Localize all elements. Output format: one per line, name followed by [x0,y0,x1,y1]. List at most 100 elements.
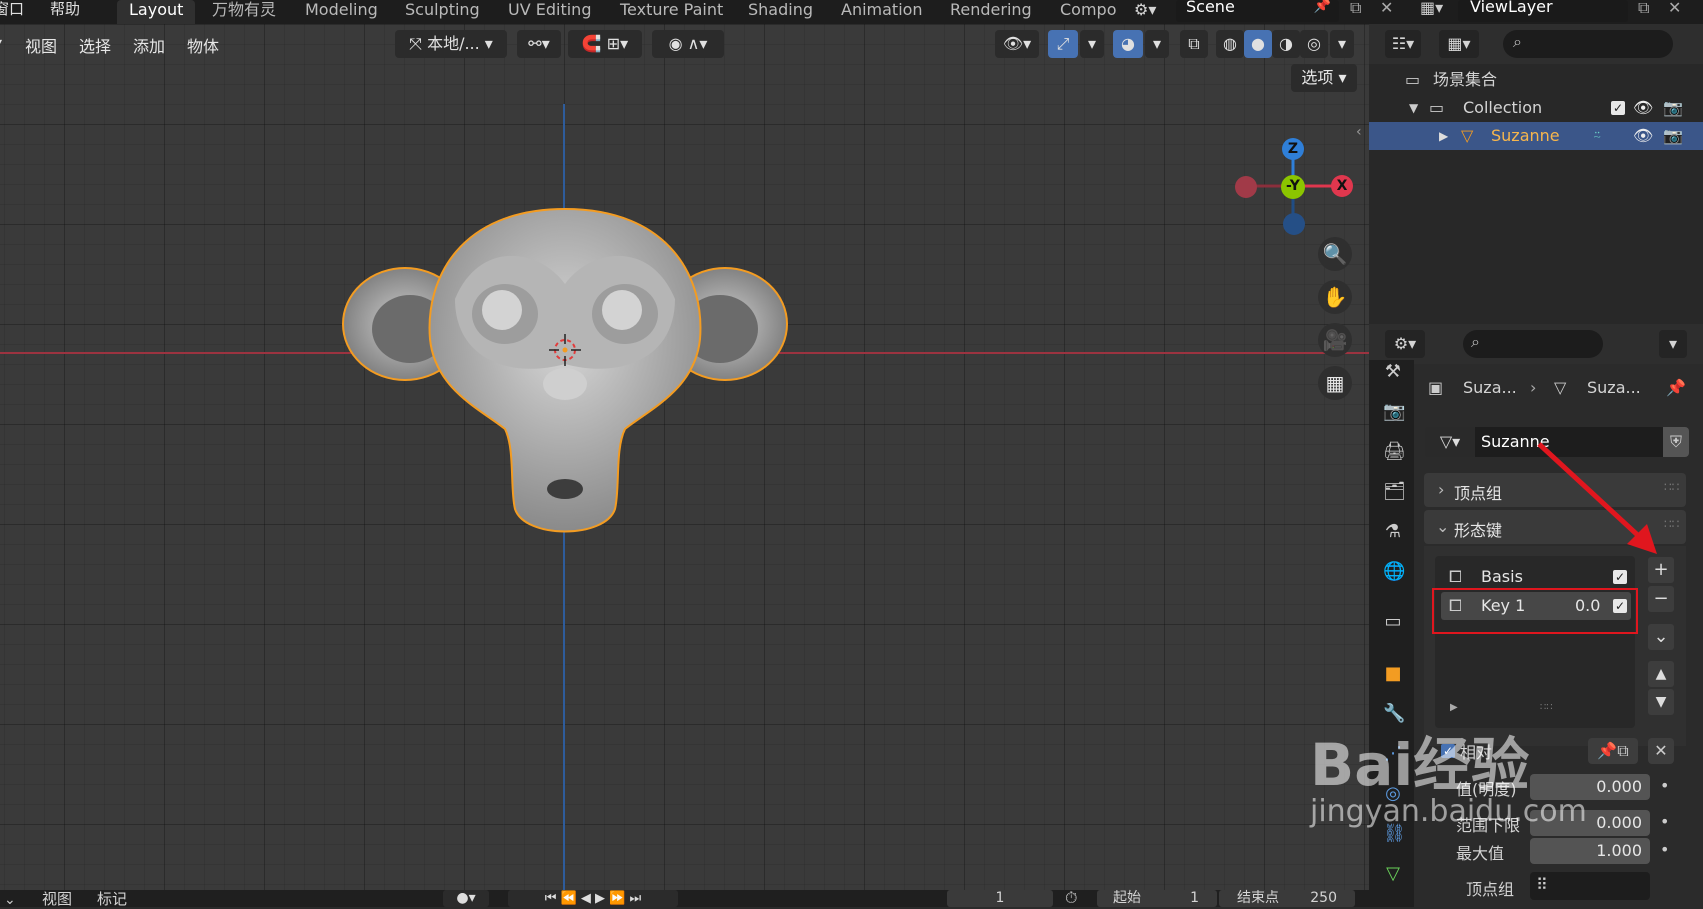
scene-icon[interactable]: ⚙▾ [1134,0,1156,19]
output-tab-icon[interactable]: 🖨 [1383,442,1406,462]
camera-view-icon[interactable]: 🎥 [1318,323,1352,357]
range-min-field[interactable]: 0.000 [1530,810,1650,836]
end-frame-field[interactable]: 结束点 250 [1219,890,1355,907]
view-layer-field[interactable]: ViewLayer [1458,0,1628,22]
solid-shading-button[interactable]: ● [1244,30,1272,58]
material-shading-button[interactable]: ◑ [1272,30,1300,58]
value-field[interactable]: 0.000 [1530,774,1650,800]
gizmo-neg-y-axis[interactable]: -Y [1281,175,1305,199]
remove-shape-key-button[interactable]: − [1648,586,1674,612]
pin-edit-mode-icon[interactable]: 📌⧉ [1588,738,1638,764]
exclude-checkbox[interactable]: ✓ [1611,101,1625,115]
particles-tab-icon[interactable]: ⋰ [1383,744,1403,764]
range-max-field[interactable]: 1.000 [1530,838,1650,864]
data-tab-icon[interactable]: ▽ [1383,864,1403,884]
proportional-editing-toggle[interactable]: ◉ ∧▾ [652,30,724,58]
world-tab-icon[interactable]: 🌐 [1383,562,1405,582]
editor-type-icon[interactable]: ⚙▾ [1385,330,1425,358]
keyframe-dot-icon[interactable]: • [1660,812,1669,831]
tab-layout[interactable]: Layout [117,0,196,24]
wireframe-shading-button[interactable]: ◍ [1216,30,1244,58]
tool-tab-icon[interactable]: ⚒ [1383,362,1403,382]
editor-type-icon[interactable]: ⌄ [4,892,16,908]
gizmo-neg-x-axis[interactable] [1235,176,1257,198]
render-tab-icon[interactable]: 📷 [1383,402,1405,422]
stopwatch-icon[interactable]: ⏱ [1065,888,1077,908]
keying-dropdown[interactable]: ●▾ [443,890,489,907]
outliner-search-input[interactable]: ⌕ [1503,30,1673,58]
add-shape-key-button[interactable]: + [1648,557,1674,583]
playback-controls[interactable]: ⏮ ⏪ ◀ ▶ ⏩ ⏭ [508,890,678,907]
new-scene-icon[interactable]: ⧉ [1350,0,1361,18]
options-dropdown-icon[interactable]: ▾ [1659,330,1687,358]
collection-tab-icon[interactable]: ▭ [1383,612,1403,632]
shape-key-row-basis[interactable]: ⧠ Basis ✓ [1441,563,1631,591]
keyframe-dot-icon[interactable]: • [1660,776,1669,795]
editor-type-icon[interactable]: ▾ [0,33,2,52]
menu-select[interactable]: 选择 [79,33,111,57]
tab-modeling[interactable]: Modeling [293,0,390,24]
suzanne-mesh[interactable] [330,189,800,549]
object-tab-icon[interactable]: ■ [1383,664,1403,684]
move-down-button[interactable]: ▼ [1648,689,1674,715]
close-scene-icon[interactable]: ✕ [1380,0,1393,17]
gizmo-dropdown[interactable]: ▾ [1080,30,1104,58]
overlay-dropdown[interactable]: ▾ [1145,30,1169,58]
timeline-menu-view[interactable]: 视图 [42,888,72,909]
pin-icon[interactable]: 📌 [1666,378,1686,397]
physics-tab-icon[interactable]: ◎ [1383,784,1403,804]
rendered-shading-button[interactable]: ◎ [1300,30,1328,58]
properties-search-input[interactable]: ⌕ [1463,330,1603,358]
shape-key-specials-dropdown[interactable]: ⌄ [1648,624,1674,650]
timeline-menu-marker[interactable]: 标记 [97,888,127,909]
relative-checkbox[interactable]: ✓ [1441,744,1455,758]
new-view-layer-icon[interactable]: ⧉ [1638,0,1649,18]
keyframe-dot-icon[interactable]: • [1660,840,1669,859]
tab-sculpting[interactable]: Sculpting [393,0,492,24]
transform-orientation-dropdown[interactable]: ⤧ 本地/... ▾ [395,30,507,58]
gizmo-neg-z-axis[interactable] [1283,213,1305,235]
shading-dropdown[interactable]: ▾ [1330,30,1354,58]
current-frame-field[interactable]: 1 [947,890,1053,907]
menu-window[interactable]: 窗口 [0,0,24,19]
close-view-layer-icon[interactable]: ✕ [1668,0,1681,17]
start-frame-field[interactable]: 起始 1 [1097,890,1217,907]
tab-compositing[interactable]: Compo [1048,0,1129,24]
scene-field[interactable]: Scene 📌 [1176,0,1339,22]
menu-object[interactable]: 物体 [187,33,219,57]
eye-icon[interactable]: 👁 [1633,94,1653,122]
visibility-dropdown[interactable]: 👁▾ [995,30,1039,58]
filter-icon[interactable]: ▦▾ [1439,30,1479,58]
shape-key-mute-checkbox[interactable]: ✓ [1613,570,1627,584]
constraints-tab-icon[interactable]: ⛓ [1383,824,1406,844]
3d-viewport[interactable]: Z -Y X 🔍 ✋ 🎥 ▦ 选项 ▾ ‹ [0,24,1369,890]
ortho-grid-icon[interactable]: ▦ [1318,366,1352,400]
clear-weights-icon[interactable]: ✕ [1648,738,1674,764]
view-layer-tab-icon[interactable]: 🗂 [1383,482,1406,502]
gizmo-toggle[interactable]: ⤢ [1048,30,1078,58]
tab-texture-paint[interactable]: Texture Paint [608,0,735,24]
snap-toggle[interactable]: 🧲 ⊞▾ [568,30,642,58]
outliner-row-suzanne[interactable]: ▶ ▽ Suzanne ⍨ 👁 📷 [1369,122,1703,150]
tab-rendering[interactable]: Rendering [938,0,1044,24]
outliner-row-scene-collection[interactable]: ▭ 场景集合 [1369,66,1703,94]
drag-handle-icon[interactable]: ∷∷ [1664,517,1679,531]
eye-icon[interactable]: 👁 [1633,122,1653,150]
move-up-button[interactable]: ▲ [1648,661,1674,687]
tab-wanwu[interactable]: 万物有灵 [200,0,288,24]
expand-icon[interactable]: ▼ [1409,94,1418,122]
camera-icon[interactable]: 📷 [1663,122,1683,150]
menu-view[interactable]: 视图 [25,33,57,57]
tab-animation[interactable]: Animation [829,0,935,24]
gizmo-x-axis[interactable]: X [1331,175,1353,197]
gizmo-z-axis[interactable]: Z [1282,138,1304,160]
vertex-group-field[interactable]: ⠿ [1530,872,1650,900]
view-layer-icon[interactable]: ▦▾ [1420,0,1443,17]
xray-toggle[interactable]: ⧉ [1180,30,1208,58]
pan-hand-icon[interactable]: ✋ [1318,280,1352,314]
list-resize-handle-icon[interactable]: ∷∷ [1540,702,1553,713]
drag-handle-icon[interactable]: ∷∷ [1664,480,1679,494]
camera-icon[interactable]: 📷 [1663,94,1683,122]
sidebar-toggle-icon[interactable]: ‹ [1356,124,1362,140]
options-dropdown[interactable]: 选项 ▾ [1291,64,1357,92]
